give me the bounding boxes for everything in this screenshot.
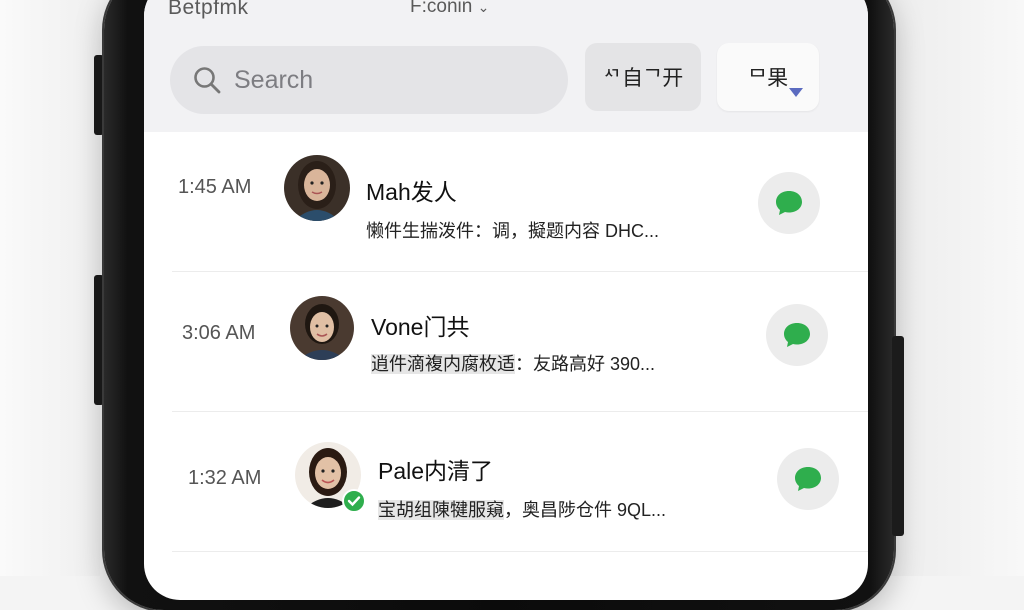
header-button-2-label: ᄆ果 <box>747 67 789 90</box>
list-item[interactable]: 1:32 AM Pale内清了 宝胡组陳犍服窺，奥昌陟仓件 9QL... <box>144 412 868 552</box>
background-right <box>884 0 1024 576</box>
search-input[interactable] <box>232 64 536 96</box>
chat-bubble-icon <box>784 323 810 347</box>
message-preview: 懒件生揣泼件：调，擬题内容 DHC... <box>366 217 659 243</box>
list-item[interactable]: 3:06 AM Vone门共 逍件滴複内腐枚适：友路高好 390... <box>144 272 868 412</box>
status-bar-center-caret: ⌄ <box>477 0 490 15</box>
background-left <box>0 0 100 576</box>
status-bar-center: F:conin ⌄ <box>410 0 489 18</box>
message-time: 1:32 AM <box>188 467 262 489</box>
search-icon <box>194 67 221 94</box>
header-button-2[interactable]: ᄆ果 <box>717 43 819 111</box>
search-bar[interactable] <box>170 46 568 114</box>
avatar <box>290 296 354 360</box>
dropdown-caret-icon <box>789 88 803 97</box>
header-button-1-label: ᄭ自ᄀ开 <box>602 67 684 90</box>
status-bar-center-text: F:conin <box>410 0 473 17</box>
message-time: 3:06 AM <box>182 322 256 344</box>
message-time: 1:45 AM <box>178 176 252 198</box>
header-button-1[interactable]: ᄭ自ᄀ开 <box>585 43 701 111</box>
chat-button[interactable] <box>777 448 839 510</box>
message-preview-text: ：友路高好 390... <box>515 354 656 374</box>
message-preview-text: ，奥昌陟仓件 9QL... <box>504 500 667 520</box>
contact-name: Mah发人 <box>366 179 457 205</box>
volume-button-lower <box>94 275 104 405</box>
chat-bubble-icon <box>776 191 802 215</box>
chat-bubble-icon <box>795 467 821 491</box>
power-button <box>892 336 904 536</box>
chat-button[interactable] <box>758 172 820 234</box>
avatar <box>284 155 350 221</box>
phone-screen: Betpfmk F:conin ⌄ ᄭ自ᄀ开 ᄆ果 1:45 AM <box>144 0 868 600</box>
volume-button <box>94 55 104 135</box>
list-item[interactable]: 1:45 AM Mah发人 懒件生揣泼件：调，擬题内容 DHC... <box>144 132 868 272</box>
message-preview-text: 懒件生揣泼件：调，擬题内容 DHC... <box>366 221 659 241</box>
app-header: Betpfmk F:conin ⌄ ᄭ自ᄀ开 ᄆ果 <box>144 0 868 132</box>
message-preview-highlight: 宝胡组陳犍服窺 <box>378 500 504 520</box>
message-preview-highlight: 逍件滴複内腐枚适 <box>371 354 515 374</box>
chat-button[interactable] <box>766 304 828 366</box>
contact-name: Pale内清了 <box>378 458 494 484</box>
contact-name: Vone门共 <box>371 314 470 340</box>
message-preview: 逍件滴複内腐枚适：友路高好 390... <box>371 350 655 376</box>
row-divider <box>172 551 868 552</box>
verified-badge-icon <box>342 489 366 513</box>
message-preview: 宝胡组陳犍服窺，奥昌陟仓件 9QL... <box>378 496 666 522</box>
status-bar-left: Betpfmk <box>168 0 249 19</box>
